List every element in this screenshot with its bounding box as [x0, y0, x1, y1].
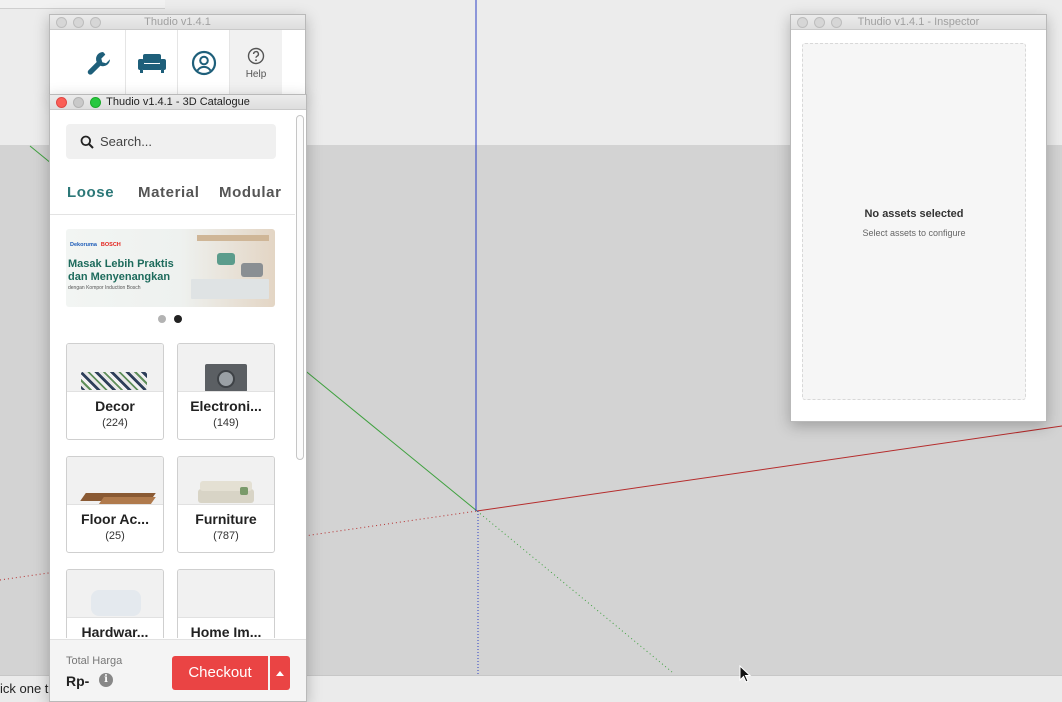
decor-thumbnail	[67, 344, 163, 392]
banner-subtext: dengan Kompor Induction Bosch	[68, 285, 141, 291]
account-icon	[191, 50, 216, 76]
toolbar-window: Thudio v1.4.1 Help	[49, 14, 306, 97]
category-grid: Decor (224) Electroni... (149) Floor Ac.…	[66, 343, 275, 638]
help-button[interactable]: Help	[230, 30, 282, 96]
carousel-dots	[158, 315, 182, 323]
info-icon[interactable]: i	[99, 673, 113, 687]
tab-material[interactable]: Material	[138, 184, 200, 201]
catalogue-scrollbar[interactable]	[296, 115, 304, 460]
help-icon	[247, 47, 265, 64]
search-box[interactable]	[66, 124, 276, 159]
status-text: ick one t	[0, 681, 49, 696]
caret-up-icon	[276, 670, 284, 676]
banner-brand: Dekoruma BOSCH	[70, 242, 121, 248]
checkout-footer: Total Harga Rp- i Checkout	[50, 639, 306, 701]
tab-loose[interactable]: Loose	[67, 184, 114, 201]
banner-stove	[191, 279, 269, 299]
mouse-pointer-icon	[739, 665, 752, 683]
banner-shelf	[197, 235, 269, 241]
carousel-dot-1[interactable]	[158, 315, 166, 323]
sofa-icon	[137, 54, 166, 73]
inspector-titlebar[interactable]: Thudio v1.4.1 - Inspector	[791, 15, 1046, 30]
category-card-hardware[interactable]: Hardwar...	[66, 569, 164, 638]
empty-state-subtitle: Select assets to configure	[862, 228, 966, 238]
floor-accessories-thumbnail	[67, 457, 163, 505]
tool-row: Help	[50, 30, 305, 96]
help-label: Help	[245, 68, 267, 80]
banner-kettle	[217, 253, 235, 265]
category-card-decor[interactable]: Decor (224)	[66, 343, 164, 440]
search-input[interactable]	[100, 134, 260, 149]
electronics-thumbnail	[178, 344, 274, 392]
banner-headline: Masak Lebih Praktis dan Menyenangkan	[68, 258, 174, 283]
category-card-floor-accessories[interactable]: Floor Ac... (25)	[66, 456, 164, 553]
category-card-electronics[interactable]: Electroni... (149)	[177, 343, 275, 440]
red-axis-solid	[476, 425, 1062, 512]
banner-pot	[241, 263, 263, 277]
checkout-menu-button[interactable]	[270, 656, 290, 690]
background-window-edge	[0, 0, 165, 9]
inspector-window: Thudio v1.4.1 - Inspector No assets sele…	[790, 14, 1047, 422]
toolbar-titlebar[interactable]: Thudio v1.4.1	[50, 15, 305, 30]
furniture-thumbnail	[178, 457, 274, 505]
tab-modular[interactable]: Modular	[219, 184, 282, 201]
category-tabs: Loose Material Modular	[50, 177, 295, 215]
category-card-home-improvement[interactable]: Home Im...	[177, 569, 275, 638]
green-axis-dotted	[476, 510, 673, 673]
empty-state-title: No assets selected	[864, 208, 964, 220]
home-improvement-thumbnail	[178, 570, 274, 618]
tools-button[interactable]	[50, 30, 126, 96]
catalogue-titlebar[interactable]: Thudio v1.4.1 - 3D Catalogue	[50, 95, 306, 110]
window-title: Thudio v1.4.1 - 3D Catalogue	[106, 96, 250, 108]
checkout-button[interactable]: Checkout	[172, 656, 268, 690]
total-value: Rp-	[66, 673, 90, 689]
catalogue-window: Thudio v1.4.1 - 3D Catalogue Loose Mater…	[49, 94, 307, 702]
inspector-panel: No assets selected Select assets to conf…	[802, 43, 1026, 400]
account-button[interactable]	[178, 30, 230, 96]
carousel-dot-2[interactable]	[174, 315, 182, 323]
promo-banner[interactable]: Dekoruma BOSCH Masak Lebih Praktis dan Me…	[66, 229, 275, 307]
hardware-thumbnail	[67, 570, 163, 618]
category-card-furniture[interactable]: Furniture (787)	[177, 456, 275, 553]
total-label: Total Harga	[66, 655, 123, 667]
window-title: Thudio v1.4.1 - Inspector	[857, 16, 980, 28]
catalogue-button[interactable]	[126, 30, 178, 96]
search-icon	[80, 135, 94, 149]
wrench-icon	[87, 52, 110, 75]
window-title: Thudio v1.4.1	[144, 16, 211, 28]
